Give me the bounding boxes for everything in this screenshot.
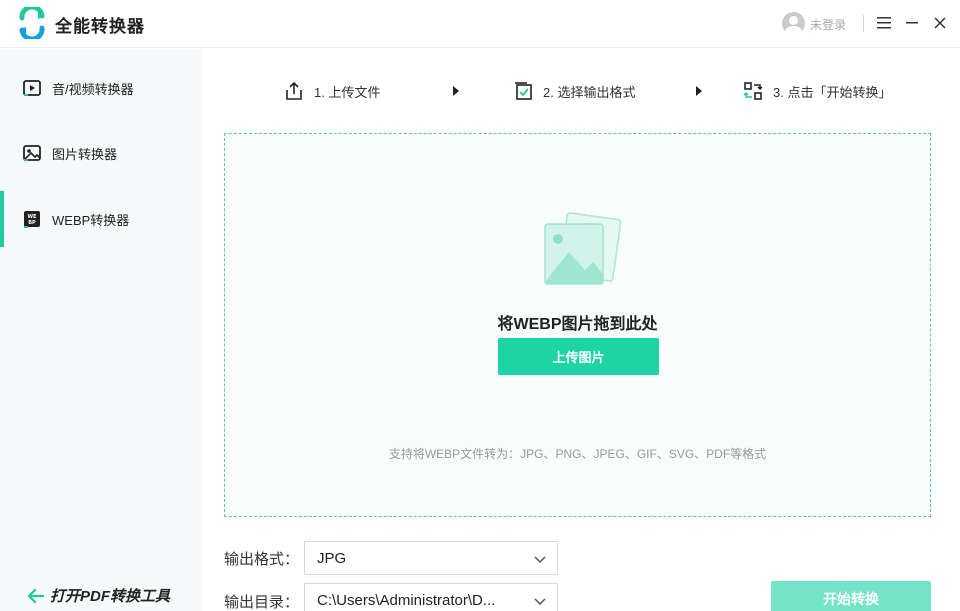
video-play-icon — [23, 80, 41, 96]
drop-zone-title: 将WEBP图片拖到此处 — [497, 316, 658, 333]
sidebar-item-image[interactable]: 图片转换器 — [0, 125, 203, 181]
title-bar: 全能转换器 未登录 — [0, 0, 960, 48]
output-directory-select[interactable]: C:\Users\Administrator\D... — [304, 583, 558, 611]
step-arrow-icon — [453, 86, 459, 96]
step-label: 3. 点击「开始转换」 — [773, 84, 892, 100]
convert-icon — [743, 82, 763, 100]
checklist-icon — [515, 82, 532, 100]
output-format-select[interactable]: JPG — [304, 541, 558, 575]
file-drop-zone[interactable]: 将WEBP图片拖到此处 上传图片 支持将WEBP文件转为：JPG、PNG、JPE… — [224, 133, 931, 517]
output-format-label: 输出格式： — [224, 551, 300, 568]
sidebar-item-webp[interactable]: WE BP WEBP转换器 — [0, 191, 203, 247]
open-pdf-tool-link[interactable]: 打开PDF转换工具 — [28, 585, 170, 606]
menu-button[interactable] — [873, 12, 895, 34]
close-icon — [934, 17, 946, 29]
open-pdf-tool-label: 打开PDF转换工具 — [50, 588, 171, 605]
avatar[interactable] — [782, 12, 805, 35]
upload-icon — [286, 81, 302, 100]
app-title: 全能转换器 — [55, 17, 145, 36]
webp-icon: WE BP — [24, 211, 40, 228]
minimize-button[interactable] — [901, 12, 923, 34]
hamburger-menu-icon — [877, 17, 891, 29]
start-conversion-button[interactable]: 开始转换 — [771, 581, 931, 611]
sidebar-item-audio-video[interactable]: 音/视频转换器 — [0, 60, 203, 116]
image-placeholder-icon — [544, 212, 622, 285]
output-directory-value: C:\Users\Administrator\D... — [317, 591, 496, 609]
sidebar-item-label: WEBP转换器 — [52, 212, 130, 228]
step-upload: 1. 上传文件 — [284, 80, 380, 102]
output-format-value: JPG — [317, 549, 347, 567]
image-icon — [23, 145, 41, 161]
step-start: 3. 点击「开始转换」 — [743, 80, 891, 102]
output-directory-label: 输出目录： — [224, 594, 300, 611]
sidebar-item-label: 图片转换器 — [52, 146, 118, 162]
close-button[interactable] — [929, 12, 951, 34]
supported-formats-text: 支持将WEBP文件转为：JPG、PNG、JPEG、GIF、SVG、PDF等格式 — [388, 447, 767, 461]
svg-text:BP: BP — [28, 220, 36, 226]
sidebar: 音/视频转换器 图片转换器 WE BP WEBP转换器 打开PDF转换工具 — [0, 49, 203, 611]
app-logo-icon — [19, 7, 45, 39]
divider — [863, 15, 864, 32]
step-label: 2. 选择输出格式 — [543, 84, 636, 100]
step-arrow-icon — [696, 86, 702, 96]
chevron-down-icon — [534, 598, 546, 606]
sidebar-item-label: 音/视频转换器 — [52, 81, 134, 97]
chevron-down-icon — [534, 556, 546, 564]
minimize-icon — [906, 22, 918, 24]
step-label: 1. 上传文件 — [314, 84, 381, 100]
upload-image-button[interactable]: 上传图片 — [498, 338, 659, 375]
arrow-left-icon — [28, 588, 44, 603]
login-status-link[interactable]: 未登录 — [810, 16, 846, 33]
step-select-format: 2. 选择输出格式 — [513, 80, 635, 102]
